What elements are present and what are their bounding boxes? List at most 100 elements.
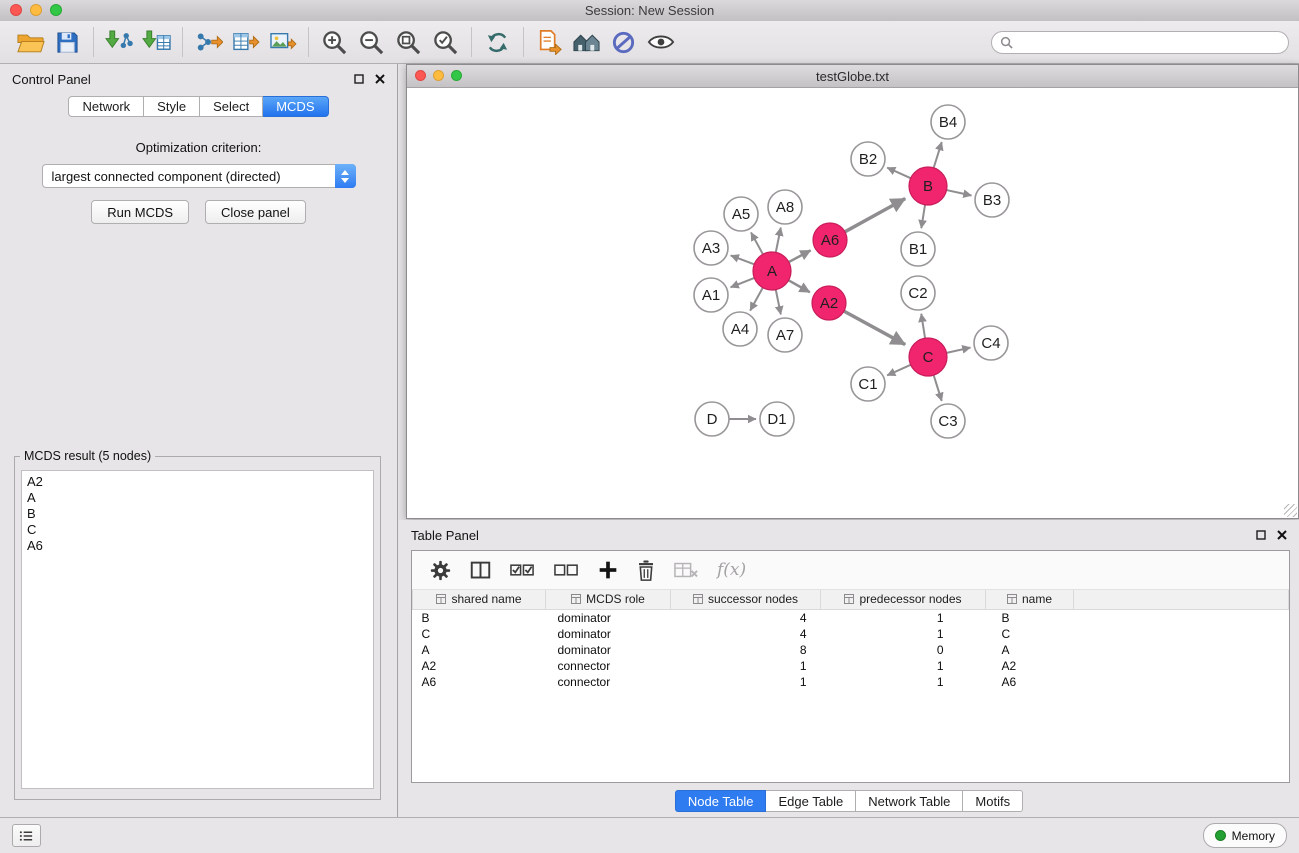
- graph-node-A2[interactable]: A2: [812, 286, 846, 320]
- graph-node-A8[interactable]: A8: [768, 190, 802, 224]
- annotation-toggle-button[interactable]: [605, 25, 642, 59]
- graph-node-C[interactable]: C: [909, 338, 947, 376]
- graph-node-A5[interactable]: A5: [724, 197, 758, 231]
- minimize-window-button[interactable]: [30, 4, 42, 16]
- export-table-button[interactable]: [227, 25, 264, 59]
- graph-edge-A-A2[interactable]: [789, 280, 810, 292]
- graph-node-C1[interactable]: C1: [851, 367, 885, 401]
- import-network-button[interactable]: [101, 25, 138, 59]
- graph-node-C4[interactable]: C4: [974, 326, 1008, 360]
- graph-edge-A2-C[interactable]: [844, 311, 905, 344]
- graph-edge-C-C3[interactable]: [934, 375, 942, 401]
- zoom-out-button[interactable]: [353, 25, 390, 59]
- task-history-button[interactable]: [12, 824, 41, 847]
- close-panel-button[interactable]: [375, 74, 385, 84]
- network-zoom-button[interactable]: [451, 70, 462, 81]
- close-panel-action-button[interactable]: Close panel: [205, 200, 306, 224]
- delete-rows-button[interactable]: [637, 560, 655, 581]
- search-input[interactable]: [1018, 34, 1280, 51]
- zoom-window-button[interactable]: [50, 4, 62, 16]
- refresh-layout-button[interactable]: [479, 25, 516, 59]
- network-close-button[interactable]: [415, 70, 426, 81]
- table-settings-button[interactable]: [430, 560, 451, 581]
- close-window-button[interactable]: [10, 4, 22, 16]
- float-table-panel-button[interactable]: [1256, 530, 1266, 540]
- tab-style[interactable]: Style: [144, 96, 200, 117]
- graph-node-D[interactable]: D: [695, 402, 729, 436]
- graph-node-C2[interactable]: C2: [901, 276, 935, 310]
- network-graph[interactable]: B4B2BB3A5A8A6A3B1AC2A1A2A4A7C4CC1DD1C3: [407, 88, 1298, 518]
- table-row[interactable]: A2connector11A2: [413, 658, 1289, 674]
- graph-edge-A6-B[interactable]: [845, 199, 905, 232]
- delete-table-button[interactable]: [674, 561, 698, 579]
- graph-edge-C-C2[interactable]: [921, 314, 925, 338]
- graph-edge-A-A5[interactable]: [751, 232, 763, 254]
- network-minimize-button[interactable]: [433, 70, 444, 81]
- table-row[interactable]: Cdominator41C: [413, 626, 1289, 642]
- add-row-button[interactable]: [598, 560, 618, 580]
- resize-grip[interactable]: [1284, 504, 1297, 517]
- close-table-panel-button[interactable]: [1277, 530, 1287, 540]
- open-file-button[interactable]: [12, 25, 49, 59]
- graph-edge-A-A7[interactable]: [776, 290, 781, 315]
- graph-edge-B-B1[interactable]: [921, 205, 925, 228]
- document-export-button[interactable]: [531, 25, 568, 59]
- column-header-successor-nodes[interactable]: successor nodes: [671, 590, 821, 610]
- graph-node-B3[interactable]: B3: [975, 183, 1009, 217]
- graph-node-D1[interactable]: D1: [760, 402, 794, 436]
- graph-edge-B-B4[interactable]: [934, 142, 942, 168]
- tab-network-table[interactable]: Network Table: [856, 790, 963, 812]
- mcds-result-list[interactable]: A2ABCA6: [21, 470, 374, 789]
- graph-edge-C-C1[interactable]: [887, 365, 911, 376]
- deselect-all-button[interactable]: [554, 562, 579, 578]
- tab-mcds[interactable]: MCDS: [263, 96, 328, 117]
- graph-node-A[interactable]: A: [753, 252, 791, 290]
- table-row[interactable]: Adominator80A: [413, 642, 1289, 658]
- network-canvas[interactable]: B4B2BB3A5A8A6A3B1AC2A1A2A4A7C4CC1DD1C3: [407, 88, 1298, 518]
- run-mcds-button[interactable]: Run MCDS: [91, 200, 189, 224]
- network-window-titlebar[interactable]: testGlobe.txt: [407, 65, 1298, 88]
- column-header-predecessor-nodes[interactable]: predecessor nodes: [821, 590, 986, 610]
- show-columns-button[interactable]: [470, 560, 491, 581]
- graph-node-A1[interactable]: A1: [694, 278, 728, 312]
- zoom-fit-button[interactable]: [390, 25, 427, 59]
- search-field[interactable]: [991, 31, 1289, 54]
- tab-select[interactable]: Select: [200, 96, 263, 117]
- column-header-shared-name[interactable]: shared name: [413, 590, 546, 610]
- graph-edge-A-A1[interactable]: [731, 278, 755, 287]
- select-all-button[interactable]: [510, 562, 535, 578]
- graph-edge-B-B3[interactable]: [947, 190, 972, 195]
- column-header-mcds-role[interactable]: MCDS role: [546, 590, 671, 610]
- graph-edge-B-B2[interactable]: [887, 168, 911, 179]
- save-session-button[interactable]: [49, 25, 86, 59]
- graph-node-A3[interactable]: A3: [694, 231, 728, 265]
- export-image-button[interactable]: [264, 25, 301, 59]
- graph-node-B2[interactable]: B2: [851, 142, 885, 176]
- graph-edge-A-A3[interactable]: [731, 255, 755, 264]
- graph-node-A4[interactable]: A4: [723, 312, 757, 346]
- column-header-name[interactable]: name: [986, 590, 1074, 610]
- graph-edge-A-A4[interactable]: [750, 288, 763, 311]
- graph-edge-C-C4[interactable]: [947, 348, 971, 353]
- export-network-button[interactable]: [190, 25, 227, 59]
- zoom-selected-button[interactable]: [427, 25, 464, 59]
- graph-node-B[interactable]: B: [909, 167, 947, 205]
- graph-edge-A-A6[interactable]: [789, 250, 811, 262]
- tab-node-table[interactable]: Node Table: [675, 790, 767, 812]
- memory-button[interactable]: Memory: [1203, 823, 1287, 848]
- home-button[interactable]: [568, 25, 605, 59]
- zoom-in-button[interactable]: [316, 25, 353, 59]
- import-table-button[interactable]: [138, 25, 175, 59]
- graph-node-A7[interactable]: A7: [768, 318, 802, 352]
- tab-network[interactable]: Network: [68, 96, 144, 117]
- graph-edge-A-A8[interactable]: [776, 228, 781, 253]
- graph-node-C3[interactable]: C3: [931, 404, 965, 438]
- tab-edge-table[interactable]: Edge Table: [766, 790, 856, 812]
- table-row[interactable]: Bdominator41B: [413, 610, 1289, 627]
- function-builder-button[interactable]: f(x): [717, 560, 746, 580]
- graph-node-B4[interactable]: B4: [931, 105, 965, 139]
- tab-motifs[interactable]: Motifs: [963, 790, 1023, 812]
- graph-node-A6[interactable]: A6: [813, 223, 847, 257]
- float-panel-button[interactable]: [354, 74, 364, 84]
- table-row[interactable]: A6connector11A6: [413, 674, 1289, 690]
